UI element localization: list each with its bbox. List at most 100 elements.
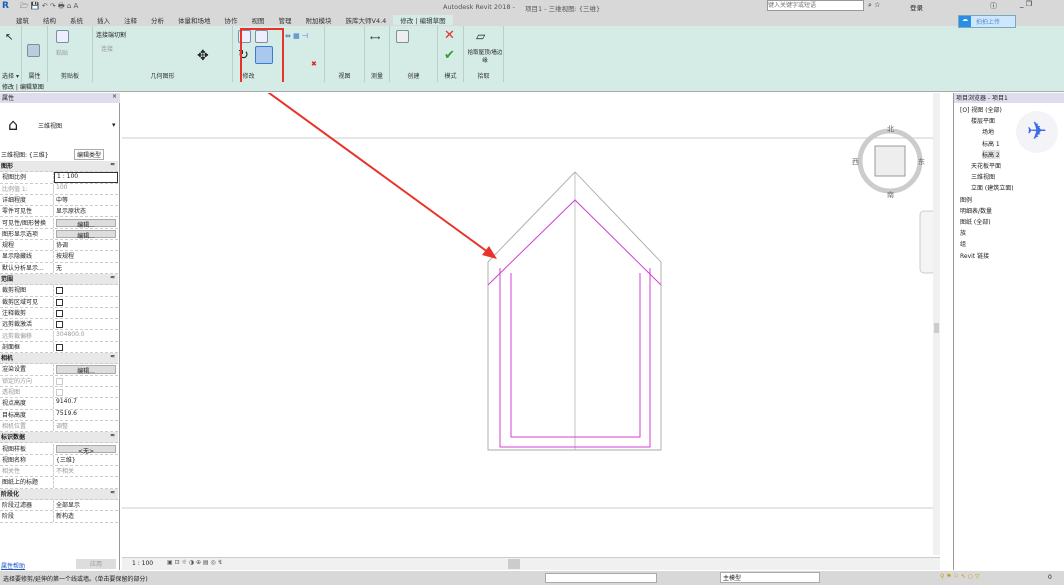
view-scale[interactable]: 1 : 100 [132,560,153,567]
property-group[interactable]: 图形 ≈ [0,161,118,173]
paste-icon[interactable] [56,30,69,43]
cancel-edit-mode-button[interactable]: ✕ [444,28,455,43]
browser-item[interactable]: 三维视图 [971,172,995,181]
tab-modify-edit-sketch[interactable]: 修改 | 编辑草图 [393,14,453,25]
selection-filter-icons[interactable]: ⚲ ⚑ ⚐ ↖ ○ ▽ [940,573,980,580]
property-group[interactable]: 相机 ≈ [0,353,118,365]
property-group[interactable]: 阶段化 ≈ [0,488,118,500]
tab-view[interactable]: 视图 [245,15,272,25]
viewcube[interactable]: 北 南 东 西 [852,125,925,199]
tab-insert[interactable]: 插入 [90,15,117,25]
search-input[interactable] [767,0,864,11]
property-label: 剖面框 [0,341,54,353]
checkbox[interactable] [56,287,63,295]
drawing-canvas[interactable]: 北 南 东 西 [122,89,940,555]
property-value[interactable]: 协调 [54,240,118,250]
browser-item[interactable]: Revit 链接 [960,251,989,260]
apply-button[interactable]: 应用 [76,559,116,569]
property-value[interactable]: 新构造 [54,511,118,521]
tab-annotate[interactable]: 注释 [117,15,144,25]
checkbox[interactable] [56,298,63,306]
checkbox[interactable] [56,309,63,317]
quick-access-toolbar[interactable]: 🗁 💾 ↶ ↷ 🖶 ⌂ A [20,2,78,13]
collapse-icon[interactable]: ≈ [110,274,118,284]
edit-button[interactable]: 编辑... [56,365,116,375]
cut-join-button[interactable]: 连接端切割 [96,30,126,39]
revit-logo-icon[interactable]: R [2,1,9,11]
measure-icon[interactable]: ⟷ [370,34,380,42]
panel-select[interactable]: ↖ 选择 ▾ [0,26,22,82]
vertical-scrollbar[interactable] [933,93,940,555]
tab-analyze[interactable]: 分析 [144,15,171,25]
tab-massing[interactable]: 体量和场地 [171,15,218,25]
browser-item[interactable]: 标高 2 [982,149,1000,159]
workset-input[interactable] [545,573,657,583]
collapse-icon[interactable]: ≈ [110,353,118,363]
browser-item[interactable]: 场地 [982,127,994,136]
tab-architecture[interactable]: 建筑 [0,15,36,25]
browser-item[interactable]: 组 [960,239,966,248]
property-value[interactable]: 7519.6 [54,410,118,420]
browser-item[interactable]: 标高 1 [982,139,1000,148]
browser-item[interactable]: 族 [960,228,966,237]
edit-button[interactable]: 编辑... [56,229,116,240]
property-value[interactable]: {三维} [54,455,118,465]
tab-manage[interactable]: 管理 [272,15,299,25]
instance-selector[interactable]: 三维视图: {三维} [1,150,49,159]
type-name[interactable]: 三维视图 [38,121,62,130]
tab-structure[interactable]: 结构 [36,15,63,25]
property-value[interactable]: 无 [54,263,118,273]
browser-item[interactable]: 天花板平面 [971,161,1001,170]
move-icon[interactable]: ✥ [197,48,209,64]
property-value[interactable]: 全部显示 [54,500,118,510]
property-value[interactable]: 1 : 100 [54,172,118,183]
browser-item[interactable]: [O] 视图 (全部) [960,105,1002,114]
property-value[interactable] [54,477,118,487]
property-value[interactable]: 中等 [54,195,118,205]
collapse-icon[interactable]: ≈ [110,489,118,499]
edit-type-button[interactable]: 编辑类型 [74,149,105,160]
login-button[interactable]: 登录 [910,2,923,12]
finish-edit-mode-button[interactable]: ✔ [444,48,455,63]
upload-button[interactable]: ☁ 拍拍上传 [958,15,1016,28]
browser-item[interactable]: 图例 [960,195,972,204]
collapse-icon[interactable]: ≈ [110,432,118,442]
property-value[interactable]: 调整 [54,421,118,431]
view-control-icons[interactable]: ▣ ⊡ ☼ ◑ ⊕ ▤ ◎ ↯ [167,559,223,566]
collapse-icon[interactable]: ≈ [110,161,118,171]
split-icons[interactable]: ⇹ ▦ ⊣ [285,32,308,40]
create-icon[interactable] [396,30,409,43]
panel-properties[interactable]: 属性 [22,26,48,82]
browser-item[interactable]: 图纸 (全部) [960,217,991,226]
help-icon[interactable]: ⓘ [990,1,997,11]
property-group[interactable]: 标识数据 ≈ [0,432,118,444]
horizontal-scrollbar[interactable] [508,559,520,569]
property-value[interactable]: 304800.0 [54,331,118,341]
property-value[interactable]: 不相关 [54,466,118,476]
properties-help-link[interactable]: 属性帮助 [1,561,25,570]
property-value[interactable]: 显示原状态 [54,206,118,216]
edit-button[interactable]: <无> [56,444,116,455]
edit-button[interactable]: 编辑... [56,218,116,229]
window-controls[interactable]: _ ❐ [1020,0,1032,8]
browser-item[interactable]: 明细表/数量 [960,206,992,215]
tab-systems[interactable]: 系统 [63,15,90,25]
property-value[interactable]: 9140.7 [54,398,118,408]
close-icon[interactable]: × [112,93,117,100]
pick-roof-wall-edge-button[interactable]: 拾取屋顶/墙边缘 [466,48,504,64]
tab-collaborate[interactable]: 协作 [218,15,245,25]
tab-family-library[interactable]: 族库大师V4.4 [339,15,394,25]
browser-item[interactable]: 立面 (建筑立面) [971,183,1014,192]
design-option-select[interactable]: 主模型 [720,572,820,583]
tab-addins[interactable]: 附加模块 [299,15,339,25]
binoculars-icon[interactable]: ⌕ ☆ [868,1,880,10]
browser-item[interactable]: 楼层平面 [971,116,995,125]
property-value[interactable]: 按规程 [54,251,118,261]
property-group[interactable]: 范围 ≈ [0,274,118,286]
checkbox[interactable] [56,321,63,329]
property-value[interactable]: 100 [54,184,118,194]
delete-icon[interactable]: ✖ [311,60,317,68]
type-dropdown-icon[interactable]: ▾ [112,121,116,129]
pick-roof-icon[interactable]: ▱ [476,29,485,43]
checkbox[interactable] [56,343,63,351]
